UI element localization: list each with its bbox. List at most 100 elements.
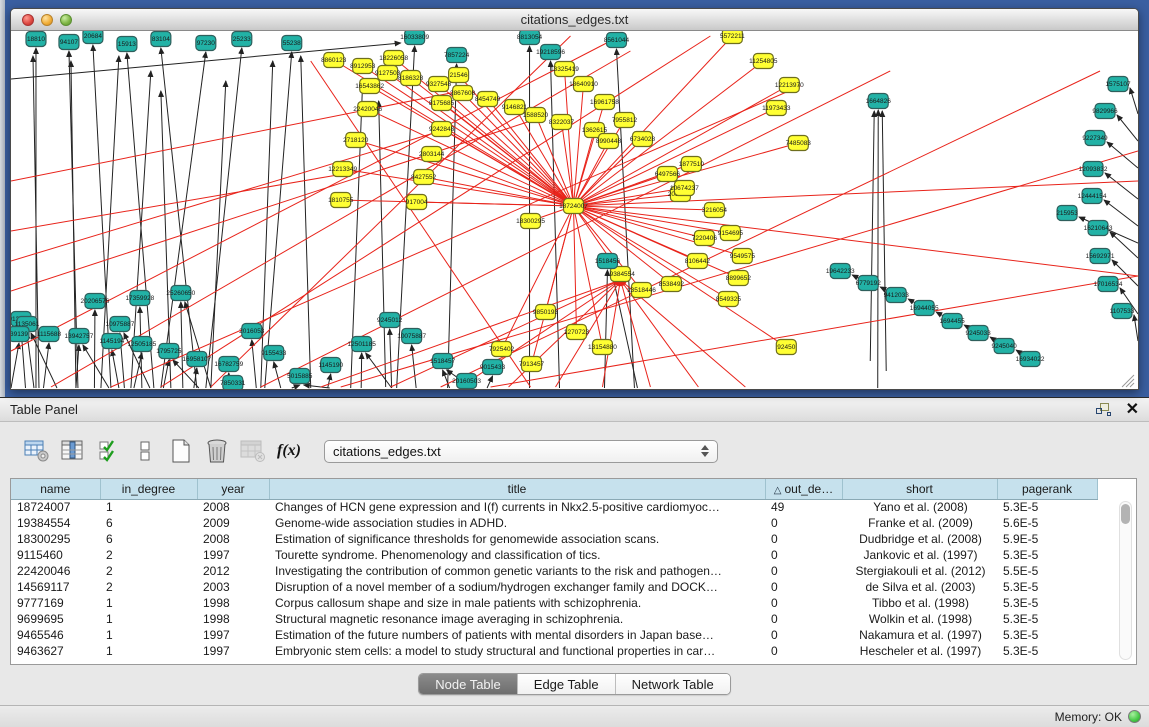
network-node[interactable]: 1518457	[430, 354, 456, 369]
network-node[interactable]: 1877510	[679, 157, 705, 172]
network-node[interactable]: 5572211	[720, 31, 745, 44]
network-node[interactable]: 7925402	[489, 342, 515, 357]
table-row[interactable]: 977716911998Corpus callosum shape and si…	[11, 595, 1097, 611]
network-node[interactable]: 12505185	[127, 337, 156, 352]
network-node[interactable]: 10674237	[670, 181, 699, 196]
select-rows-icon[interactable]	[94, 436, 124, 466]
network-window-titlebar[interactable]: citations_edges.txt	[11, 9, 1138, 31]
network-node[interactable]: 39139	[11, 327, 29, 342]
network-node[interactable]: 1575107	[1105, 77, 1131, 92]
network-node[interactable]: 10975887	[105, 317, 134, 332]
table-row[interactable]: 969969511998Structural magnetic resonanc…	[11, 611, 1097, 627]
column-header-pagerank[interactable]: pagerank	[997, 479, 1097, 499]
table-row[interactable]: 946362711997Embryonic stem cells: a mode…	[11, 643, 1097, 659]
network-node[interactable]: 13154880	[588, 340, 617, 355]
network-node[interactable]: 1107533	[1110, 304, 1135, 319]
close-panel-icon[interactable]: ✕	[1126, 403, 1139, 417]
network-node[interactable]: 8912953	[350, 59, 376, 74]
network-node[interactable]: 6779192	[856, 276, 882, 291]
zoom-window-icon[interactable]	[60, 14, 72, 26]
network-node[interactable]: 12501185	[348, 337, 377, 352]
network-node[interactable]: 9227349	[1082, 131, 1108, 146]
network-node[interactable]: 7485083	[786, 136, 812, 151]
network-node[interactable]: 1518456	[595, 254, 621, 269]
table-row[interactable]: 1830029562008Estimation of significance …	[11, 531, 1097, 547]
column-header-out_de[interactable]: △out_de…	[765, 479, 842, 499]
network-node[interactable]: 9327548	[426, 77, 452, 92]
network-node[interactable]: 1145190	[318, 358, 343, 373]
network-node[interactable]: 215953	[1056, 206, 1078, 221]
column-header-short[interactable]: short	[842, 479, 997, 499]
network-node[interactable]: 55238	[282, 36, 302, 51]
network-node[interactable]: 8990448	[596, 134, 622, 149]
network-node[interactable]: 17359928	[125, 291, 154, 306]
network-node[interactable]: 13325419	[550, 62, 579, 77]
network-node[interactable]: 9155433	[261, 346, 287, 361]
network-node[interactable]: 21546	[449, 68, 469, 83]
network-node[interactable]: 16210643	[1084, 221, 1113, 236]
network-node[interactable]: 16944055	[910, 301, 939, 316]
network-node[interactable]: 25260650	[166, 286, 195, 301]
network-node[interactable]: 8427552	[411, 170, 437, 185]
network-node[interactable]: 8322037	[549, 115, 575, 130]
table-settings-icon[interactable]	[22, 436, 52, 466]
network-node[interactable]: 15913	[117, 37, 137, 52]
network-node[interactable]: 94107	[59, 35, 79, 50]
table-row[interactable]: 1938455462009Genome-wide association stu…	[11, 515, 1097, 531]
memory-ok-icon[interactable]	[1128, 710, 1141, 723]
network-node[interactable]: 19642233	[826, 264, 855, 279]
network-node[interactable]: 9829966	[1092, 104, 1118, 119]
network-node[interactable]: 2867608	[450, 86, 476, 101]
network-node[interactable]: 8106442	[685, 254, 711, 269]
network-node[interactable]: 9245040	[991, 339, 1017, 354]
network-node[interactable]: 9549575	[730, 249, 756, 264]
row-height-icon[interactable]	[130, 436, 160, 466]
network-node[interactable]: 18810	[26, 32, 46, 47]
tab-edge-table[interactable]: Edge Table	[518, 674, 616, 694]
network-node[interactable]: 12213970	[775, 78, 804, 93]
network-node[interactable]: 9015433	[480, 360, 506, 375]
network-node[interactable]: 7850331	[220, 376, 246, 390]
network-canvas[interactable]: 8860123891295318226058912750316543862818…	[11, 31, 1138, 389]
column-header-in_degree[interactable]: in_degree	[100, 479, 197, 499]
network-node[interactable]: 25233	[232, 32, 252, 47]
table-row[interactable]: 1456911722003Disruption of a novel membe…	[11, 579, 1097, 595]
network-node[interactable]: 20684	[83, 31, 103, 44]
network-node[interactable]: 16934022	[1016, 352, 1045, 367]
network-node[interactable]: 18640910	[569, 77, 598, 92]
table-vertical-scrollbar[interactable]	[1119, 501, 1132, 660]
network-node[interactable]: 9412033	[884, 288, 910, 303]
network-node[interactable]: 12093832	[1079, 162, 1108, 177]
network-node[interactable]: 2803144	[419, 147, 445, 162]
network-node[interactable]: 7913457	[519, 357, 545, 372]
network-node[interactable]: 8186328	[398, 71, 424, 86]
network-node[interactable]: 9154695	[718, 226, 744, 241]
network-node[interactable]: 8454749	[475, 92, 501, 107]
table-row[interactable]: 1872400712008Changes of HCN gene express…	[11, 499, 1097, 515]
minimize-window-icon[interactable]	[41, 14, 53, 26]
network-node[interactable]: 17016534	[1094, 277, 1123, 292]
network-node[interactable]: 2718120	[343, 133, 369, 148]
network-node[interactable]: 1145194	[100, 334, 125, 349]
float-panel-icon[interactable]	[1096, 403, 1112, 417]
network-node[interactable]: 1664826	[866, 94, 892, 109]
network-node[interactable]: 7857224	[444, 48, 470, 63]
column-header-year[interactable]: year	[197, 479, 269, 499]
network-node[interactable]: 6497566	[655, 167, 681, 182]
network-node[interactable]: 8860123	[321, 53, 347, 68]
network-node[interactable]: 917004	[406, 195, 428, 210]
network-node[interactable]: 2016053	[239, 324, 265, 339]
table-selector-dropdown[interactable]: citations_edges.txt	[324, 440, 718, 463]
tab-network-table[interactable]: Network Table	[616, 674, 730, 694]
network-node[interactable]: 1694455	[940, 314, 966, 329]
new-file-icon[interactable]	[166, 436, 196, 466]
network-node[interactable]: 8538492	[659, 277, 685, 292]
network-node[interactable]: 9850193	[533, 305, 559, 320]
network-node[interactable]: 9245033	[966, 326, 992, 341]
network-node[interactable]: 18226058	[379, 51, 408, 66]
network-node[interactable]: 1795725	[156, 344, 182, 359]
network-node[interactable]: 1115688	[37, 327, 62, 342]
network-node[interactable]: 92450	[776, 340, 796, 355]
network-node[interactable]: 1810755	[328, 193, 354, 208]
close-window-icon[interactable]	[22, 14, 34, 26]
